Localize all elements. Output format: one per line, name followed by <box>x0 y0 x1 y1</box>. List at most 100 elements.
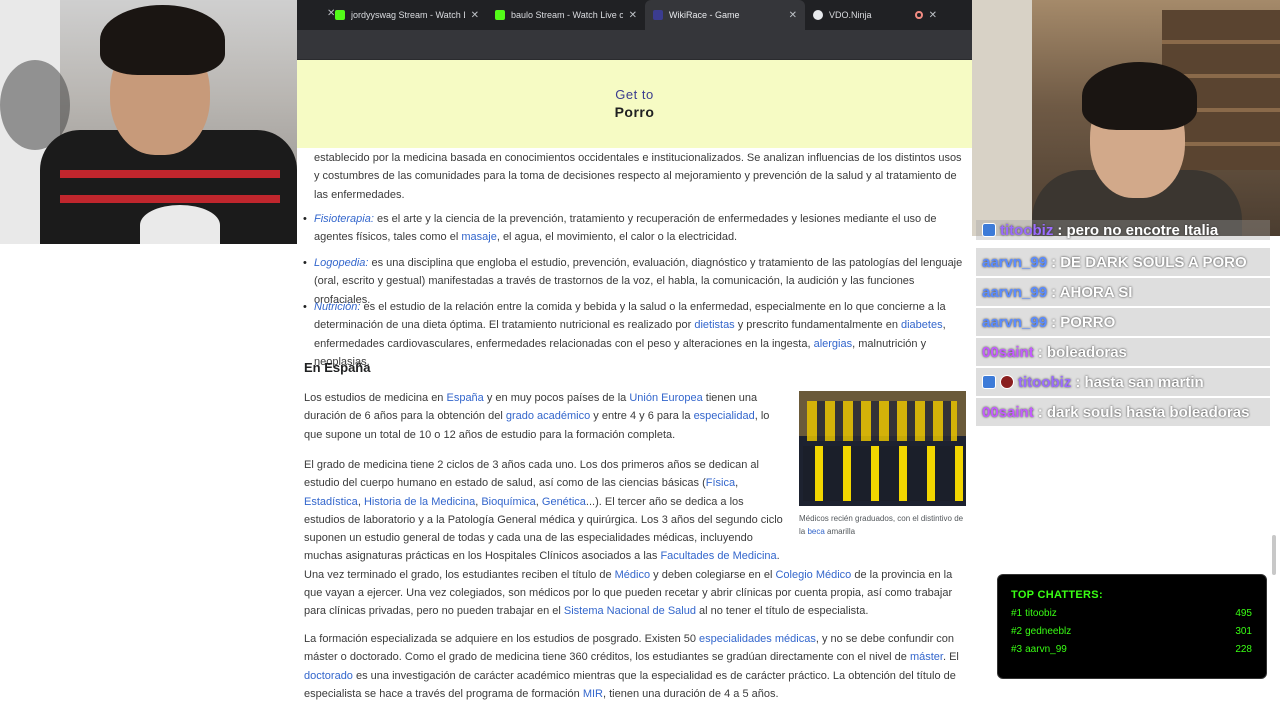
close-icon[interactable]: ✕ <box>929 10 937 21</box>
figure-float-space <box>786 456 964 552</box>
article-link[interactable]: Sistema Nacional de Salud <box>564 605 696 617</box>
chat-username: aarvn_99 <box>982 283 1048 301</box>
paragraph-text: El grado de medicina tiene 2 ciclos de 3… <box>304 459 759 490</box>
article-link[interactable]: Facultades de Medicina <box>660 550 776 562</box>
article-link[interactable]: Bioquímica <box>481 496 535 508</box>
article-link[interactable]: masaje <box>461 231 496 243</box>
webcam-left <box>0 0 297 244</box>
article-link[interactable]: diabetes <box>901 319 943 331</box>
list-item: Fisioterapia: es el arte y la ciencia de… <box>303 210 964 254</box>
paragraph-2: El grado de medicina tiene 2 ciclos de 3… <box>304 456 964 621</box>
term-link[interactable]: Fisioterapia: <box>314 213 374 225</box>
article-link[interactable]: Unión Europea <box>629 392 702 404</box>
paragraph-1: Los estudios de medicina en España y en … <box>304 389 786 444</box>
chat-username: titoobiz <box>1000 221 1054 239</box>
article-link[interactable]: alergias <box>814 338 853 350</box>
article-link[interactable]: Médico <box>615 569 650 581</box>
chatter-rank: #3 <box>1011 644 1023 655</box>
article-link[interactable]: Genética <box>542 496 586 508</box>
streamer-hair <box>100 5 225 75</box>
chat-text: : hasta san martin <box>1075 373 1204 391</box>
chat-overlay: titoobiz : pero no encotre Italia aarvn_… <box>976 220 1270 426</box>
tab-label: VDO.Ninja <box>829 10 872 20</box>
paragraph-text: La formación especializada se adquiere e… <box>304 633 700 645</box>
item-text: y prescrito fundamentalmente en <box>734 319 901 332</box>
tab-vdo-ninja[interactable]: VDO.Ninja ✕ <box>805 0 945 30</box>
close-icon[interactable]: ✕ <box>789 10 797 21</box>
chat-username: titoobiz <box>1018 373 1072 391</box>
item-text: , el agua, el movimiento, el calor o la … <box>496 231 738 244</box>
paragraph-text: y deben colegiarse en el <box>650 568 776 581</box>
chat-message: titoobiz : pero no encotre Italia <box>976 220 1270 240</box>
paragraph-text: Los estudios de medicina en <box>304 392 447 404</box>
chat-username: aarvn_99 <box>982 313 1048 331</box>
chatter-name: gedneeblz <box>1025 626 1072 637</box>
article-link[interactable]: Estadística <box>304 496 358 508</box>
tab-bar-spacer: ✕ <box>297 0 335 30</box>
microphone-shape <box>140 205 220 244</box>
badge-icon <box>982 223 996 237</box>
goal-label: Get to <box>615 87 654 102</box>
article-link[interactable]: especialidades médicas <box>699 633 816 645</box>
chatter-name: titoobiz <box>1025 608 1057 619</box>
chatter-row: #3 aarvn_99 228 <box>1011 644 1252 655</box>
kick-icon <box>495 10 505 20</box>
section-heading: En España <box>304 360 371 375</box>
chatter-count: 495 <box>1235 608 1252 619</box>
article-link[interactable]: grado académico <box>506 410 590 422</box>
tab-baulo[interactable]: baulo Stream - Watch Live on K ✕ <box>487 0 645 30</box>
wiki-article: establecido por la medicina basada en co… <box>297 148 972 720</box>
chatter-name: aarvn_99 <box>1025 644 1067 655</box>
photo-back-row <box>807 401 957 441</box>
shirt-stripe <box>60 195 280 203</box>
chat-username: aarvn_99 <box>982 253 1048 271</box>
term-link[interactable]: Nutrición: <box>314 301 360 313</box>
article-link[interactable]: doctorado <box>304 670 353 682</box>
chatter-row: #1 titoobiz 495 <box>1011 608 1252 619</box>
article-link[interactable]: Historia de la Medicina <box>364 496 475 508</box>
article-link[interactable]: dietistas <box>694 319 734 331</box>
chat-message: 00saint : dark souls hasta boleadoras <box>976 398 1270 426</box>
list-item: Logopedia: es una disciplina que engloba… <box>303 254 964 306</box>
chat-message: titoobiz : hasta san martin <box>976 368 1270 396</box>
kick-icon <box>335 10 345 20</box>
chat-text: : DE DARK SOULS A PORO <box>1051 253 1247 271</box>
chat-text: : AHORA SI <box>1051 283 1133 301</box>
discipline-list: Fisioterapia: es el arte y la ciencia de… <box>303 210 964 368</box>
address-bar[interactable] <box>297 30 972 60</box>
chat-message: aarvn_99 : PORRO <box>976 308 1270 336</box>
close-icon[interactable]: ✕ <box>471 10 479 21</box>
article-link[interactable]: Colegio Médico <box>775 569 851 581</box>
intro-paragraph: establecido por la medicina basada en co… <box>314 152 962 201</box>
chatter-rank: #2 <box>1011 626 1023 637</box>
streamer-hair <box>1082 62 1197 130</box>
paragraph-text: , tienen una duración de 4 a 5 años. <box>603 687 779 700</box>
article-link[interactable]: Física <box>706 477 735 489</box>
badge-icon <box>1000 375 1014 389</box>
paragraph-text: al no tener el título de especialista. <box>695 605 869 618</box>
tab-wikirace[interactable]: WikiRace - Game ✕ <box>645 0 805 30</box>
chat-username: 00saint <box>982 343 1034 361</box>
tab-jordyyswag[interactable]: jordyyswag Stream - Watch Live ✕ <box>327 0 487 30</box>
article-link[interactable]: España <box>446 392 483 404</box>
tab-label: WikiRace - Game <box>669 10 740 20</box>
wikirace-icon <box>653 10 663 20</box>
top-chatters-panel: TOP CHATTERS: #1 titoobiz 495 #2 gedneeblz… <box>997 574 1267 679</box>
chatter-row: #2 gedneeblz 301 <box>1011 626 1252 637</box>
article-link[interactable]: especialidad <box>694 410 755 422</box>
article-link[interactable]: MIR <box>583 688 603 700</box>
term-link[interactable]: Logopedia: <box>314 257 368 269</box>
close-icon[interactable]: ✕ <box>629 10 637 21</box>
paragraph-text: . El <box>942 651 959 664</box>
paragraph-text: y entre 4 y 6 para la <box>590 410 694 423</box>
tab-bar: ✕ jordyyswag Stream - Watch Live ✕ baulo… <box>297 0 972 30</box>
wikirace-goal-banner: Get to Porro <box>297 60 972 148</box>
tab-label: jordyyswag Stream - Watch Live <box>351 10 465 20</box>
article-link[interactable]: máster <box>910 651 943 663</box>
list-item: Nutrición: es el estudio de la relación … <box>303 298 964 368</box>
paragraph-text: , <box>735 477 739 490</box>
chat-message: aarvn_99 : AHORA SI <box>976 278 1270 306</box>
page-scrollbar[interactable] <box>1272 535 1276 575</box>
paragraph-text: y en muy pocos países de la <box>483 392 630 404</box>
webcam-right <box>972 0 1280 236</box>
